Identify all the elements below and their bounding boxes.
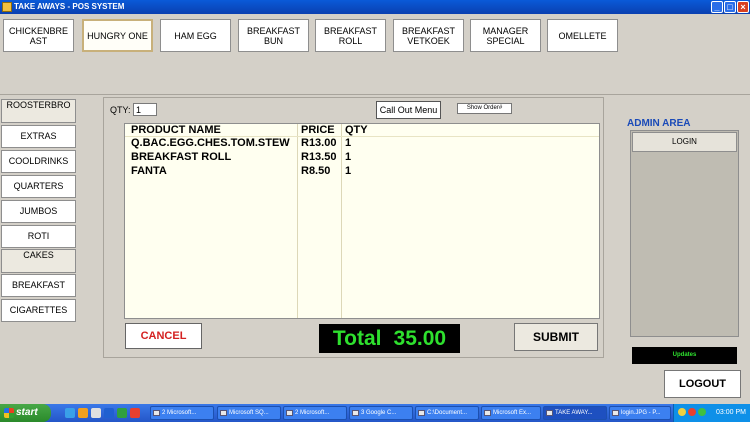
maximize-button[interactable]: □ <box>724 1 736 13</box>
column-header-product-name: PRODUCT NAME <box>131 124 221 136</box>
tray-icon[interactable] <box>688 408 696 416</box>
logout-button[interactable]: LOGOUT <box>664 370 741 398</box>
taskbar-item-label: login.JPG - P... <box>621 410 661 416</box>
clock: 03:00 PM <box>716 409 746 416</box>
menu-item-bar: CHICKENBRE AST HUNGRY ONE HAM EGG BREAKF… <box>0 14 750 95</box>
show-order-button[interactable]: Show Order# <box>457 103 512 114</box>
updates-indicator: Updates <box>632 347 737 364</box>
category-breakfast[interactable]: BREAKFAST <box>1 274 76 297</box>
start-button[interactable]: start <box>0 404 51 422</box>
window-title: TAKE AWAYS - POS SYSTEM <box>14 2 125 11</box>
taskbar-item-active[interactable]: TAKE AWAY... <box>543 406 607 420</box>
taskbar-item[interactable]: 2 Microsoft... <box>150 406 214 420</box>
taskbar: start 2 Microsoft... Microsoft SQ... 2 M… <box>0 404 750 422</box>
menu-item-chickenbreast[interactable]: CHICKENBRE AST <box>3 19 74 52</box>
admin-panel: LOGIN <box>630 130 739 337</box>
menu-item-omellete[interactable]: OMELLETE <box>547 19 618 52</box>
category-cigarettes[interactable]: CIGARETTES <box>1 299 76 322</box>
taskbar-item[interactable]: 2 Microsoft... <box>283 406 347 420</box>
system-tray: 03:00 PM <box>673 404 750 422</box>
order-grid[interactable]: PRODUCT NAME PRICE QTY Q.BAC.EGG.CHES.TO… <box>124 123 600 319</box>
taskbar-item-label: C:\Document... <box>427 410 468 416</box>
total-value: 35.00 <box>393 326 447 350</box>
column-header-price: PRICE <box>301 124 335 136</box>
row-price: R8.50 <box>301 165 331 177</box>
minimize-button[interactable]: _ <box>711 1 723 13</box>
window-icon <box>546 410 553 416</box>
window-icon <box>484 410 491 416</box>
taskbar-item-label: 2 Microsoft... <box>162 410 197 416</box>
folder-icon <box>418 410 425 416</box>
qty-label: QTY: <box>110 105 131 115</box>
menu-item-breakfast-roll[interactable]: BREAKFAST ROLL <box>315 19 386 52</box>
login-button[interactable]: LOGIN <box>632 132 737 152</box>
taskbar-item[interactable]: 3 Google C... <box>349 406 413 420</box>
window-icon <box>220 410 227 416</box>
excel-icon[interactable] <box>117 408 127 418</box>
cancel-button[interactable]: CANCEL <box>125 323 202 349</box>
taskbar-item[interactable]: Microsoft Ex... <box>481 406 541 420</box>
category-cooldrinks[interactable]: COOLDRINKS <box>1 150 76 173</box>
window-icon <box>286 410 293 416</box>
taskbar-item-label: 3 Google C... <box>361 410 397 416</box>
close-button[interactable]: × <box>737 1 749 13</box>
admin-area-title: ADMIN AREA <box>627 118 691 129</box>
explorer-icon[interactable] <box>91 408 101 418</box>
total-label: Total <box>332 326 382 350</box>
table-row[interactable]: Q.BAC.EGG.CHES.TOM.STEW R13.00 1 <box>125 137 599 149</box>
menu-item-ham-egg[interactable]: HAM EGG <box>160 19 231 52</box>
category-roosterbro[interactable]: ROOSTERBRO <box>1 99 76 123</box>
column-header-qty: QTY <box>345 124 368 136</box>
category-extras[interactable]: EXTRAS <box>1 125 76 148</box>
table-row[interactable]: FANTA R8.50 1 <box>125 165 599 177</box>
start-label: start <box>16 407 38 418</box>
tray-icon[interactable] <box>698 408 706 416</box>
row-qty: 1 <box>345 165 352 177</box>
menu-item-manager-special[interactable]: MANAGER SPECIAL <box>470 19 541 52</box>
category-roti[interactable]: ROTI <box>1 225 76 248</box>
call-out-menu-button[interactable]: Call Out Menu <box>376 101 441 119</box>
taskbar-item-label: Microsoft Ex... <box>493 410 532 416</box>
browser-icon[interactable] <box>104 408 114 418</box>
table-row[interactable]: BREAKFAST ROLL R13.50 1 <box>125 151 599 163</box>
app-shortcut-icon[interactable] <box>130 408 140 418</box>
window-icon <box>352 410 359 416</box>
tray-icon[interactable] <box>678 408 686 416</box>
total-display: Total 35.00 <box>319 324 460 353</box>
qty-input[interactable] <box>133 103 157 116</box>
menu-item-breakfast-bun[interactable]: BREAKFAST BUN <box>238 19 309 52</box>
menu-item-breakfast-vetkoek[interactable]: BREAKFAST VETKOEK <box>393 19 464 52</box>
category-jumbos[interactable]: JUMBOS <box>1 200 76 223</box>
row-product-name: FANTA <box>131 165 167 177</box>
taskbar-item-label: TAKE AWAY... <box>555 410 593 416</box>
grid-header: PRODUCT NAME PRICE QTY <box>125 124 599 136</box>
taskbar-item[interactable]: Microsoft SQ... <box>217 406 281 420</box>
category-list: ROOSTERBRO EXTRAS COOLDRINKS QUARTERS JU… <box>0 97 78 400</box>
media-icon[interactable] <box>78 408 88 418</box>
row-qty: 1 <box>345 137 352 149</box>
taskbar-item[interactable]: login.JPG - P... <box>609 406 671 420</box>
row-product-name: BREAKFAST ROLL <box>131 151 232 163</box>
row-price: R13.00 <box>301 137 337 149</box>
menu-item-hungry-one[interactable]: HUNGRY ONE <box>82 19 153 52</box>
window-icon <box>153 410 160 416</box>
taskbar-item-label: 2 Microsoft... <box>295 410 330 416</box>
title-bar: TAKE AWAYS - POS SYSTEM _ □ × <box>0 0 750 14</box>
category-cakes[interactable]: CAKES <box>1 249 76 273</box>
taskbar-item[interactable]: C:\Document... <box>415 406 479 420</box>
app-icon <box>2 2 12 12</box>
category-quarters[interactable]: QUARTERS <box>1 175 76 198</box>
taskbar-item-label: Microsoft SQ... <box>229 410 269 416</box>
row-product-name: Q.BAC.EGG.CHES.TOM.STEW <box>131 137 290 149</box>
submit-button[interactable]: SUBMIT <box>514 323 598 351</box>
row-qty: 1 <box>345 151 352 163</box>
desktop-icon[interactable] <box>65 408 75 418</box>
row-price: R13.50 <box>301 151 337 163</box>
image-icon <box>612 410 619 416</box>
order-panel: QTY: Call Out Menu Show Order# PRODUCT N… <box>103 97 604 358</box>
windows-logo-icon <box>4 408 14 418</box>
